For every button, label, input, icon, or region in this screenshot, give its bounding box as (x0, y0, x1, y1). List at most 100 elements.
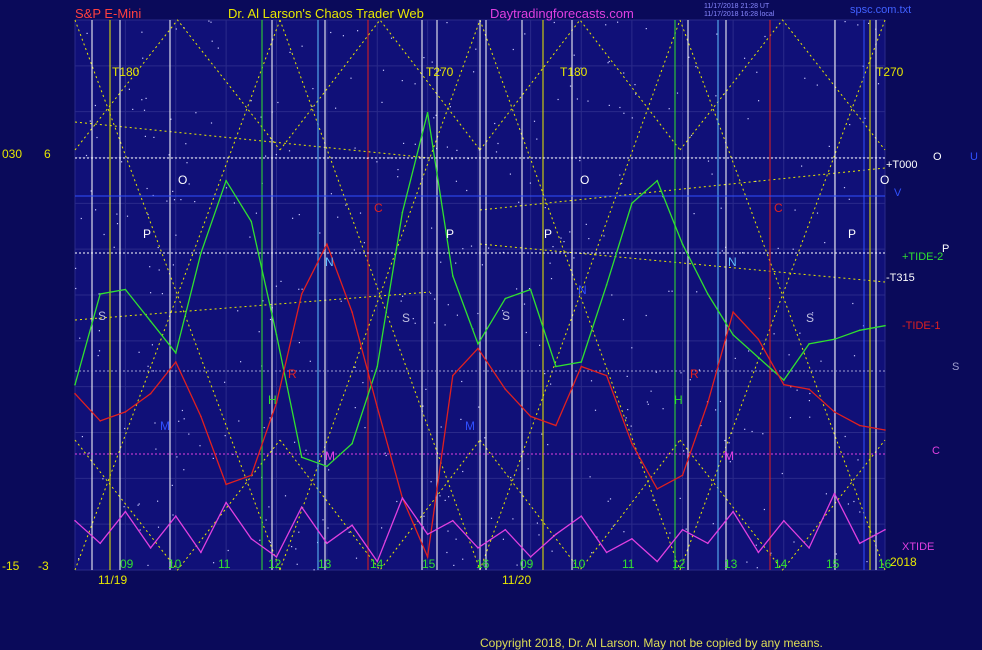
star-dot (585, 223, 587, 225)
star-dot (175, 28, 177, 30)
star-dot (345, 204, 347, 206)
left-axis-top-inner: 6 (44, 147, 51, 161)
star-dot (330, 193, 332, 195)
star-dot (707, 160, 710, 162)
star-dot (180, 199, 182, 201)
letter-marker-p: P (544, 227, 552, 241)
star-dot (141, 31, 143, 33)
star-dot (258, 331, 260, 333)
series-point-2 (124, 510, 127, 513)
star-dot (868, 22, 870, 24)
star-dot (536, 138, 538, 140)
series-point-0 (99, 293, 101, 295)
right-label-u: U (970, 151, 978, 163)
series-point-2 (426, 533, 429, 536)
star-dot (849, 124, 851, 126)
series-point-0 (225, 179, 227, 182)
star-dot (453, 564, 455, 566)
star-dot (147, 213, 149, 216)
star-dot (335, 107, 337, 109)
star-dot (389, 157, 391, 159)
star-dot (319, 232, 321, 234)
series-point-1 (175, 361, 177, 363)
star-dot (488, 247, 490, 249)
star-dot (852, 302, 854, 305)
series-point-0 (200, 252, 202, 254)
star-dot (715, 409, 717, 411)
letter-marker-p: P (143, 227, 151, 241)
star-dot (126, 215, 129, 217)
star-dot (144, 135, 146, 137)
star-dot (611, 294, 613, 296)
star-dot (481, 264, 483, 266)
site-link[interactable]: Daytradingforecasts.com (490, 6, 634, 21)
star-dot (799, 332, 801, 334)
star-dot (301, 288, 303, 290)
star-dot (695, 66, 697, 68)
star-dot (859, 511, 861, 513)
star-dot (676, 92, 679, 94)
letter-marker-h: H (674, 393, 683, 407)
star-dot (75, 267, 77, 269)
series-point-0 (250, 220, 253, 223)
star-dot (414, 143, 416, 145)
star-dot (440, 426, 442, 428)
series-point-2 (605, 551, 608, 554)
page-title: Dr. Al Larson's Chaos Trader Web (228, 6, 424, 21)
star-dot (322, 519, 324, 521)
star-dot (431, 227, 433, 229)
star-dot (97, 355, 99, 357)
series-point-1 (504, 388, 507, 391)
star-dot (669, 532, 671, 534)
star-dot (801, 165, 803, 167)
star-dot (439, 495, 441, 497)
hour-label: 10 (168, 557, 182, 571)
star-dot (113, 246, 115, 248)
star-dot (809, 392, 811, 395)
star-dot (275, 154, 277, 156)
star-dot (89, 120, 91, 122)
series-point-0 (175, 352, 177, 354)
star-dot (175, 234, 177, 236)
star-dot (550, 383, 552, 385)
series-point-0 (732, 334, 734, 336)
star-dot (527, 468, 529, 470)
star-dot (172, 514, 174, 516)
star-dot (237, 310, 239, 312)
star-dot (484, 437, 486, 439)
star-dot (835, 553, 837, 555)
star-dot (719, 400, 721, 403)
series-point-0 (580, 361, 583, 363)
star-dot (121, 161, 123, 163)
star-dot (139, 529, 141, 531)
star-dot (820, 360, 822, 362)
series-point-2 (504, 528, 507, 531)
star-dot (381, 101, 383, 103)
star-dot (444, 324, 446, 326)
star-dot (340, 300, 342, 302)
star-dot (425, 388, 427, 390)
series-point-0 (504, 297, 507, 300)
hour-label: 14 (370, 557, 384, 571)
star-dot (98, 330, 100, 332)
symbol-title: S&P E-Mini (75, 6, 142, 21)
series-point-1 (732, 311, 734, 313)
series-point-2 (326, 542, 328, 545)
series-point-1 (351, 311, 353, 313)
star-dot (265, 519, 267, 521)
star-dot (124, 427, 126, 430)
top-marker-4: T270 (876, 65, 904, 79)
star-dot (277, 101, 279, 104)
series-point-2 (858, 542, 861, 545)
star-dot (98, 350, 101, 352)
star-dot (525, 331, 527, 334)
timestamp-local: 11/17/2018 16:28 local (704, 11, 775, 18)
line-label-xtide: XTIDE (902, 541, 934, 553)
star-dot (680, 372, 682, 374)
star-dot (153, 136, 155, 138)
star-dot (94, 104, 96, 107)
star-dot (645, 314, 647, 317)
star-dot (212, 457, 214, 459)
star-dot (777, 247, 779, 249)
star-dot (512, 518, 514, 520)
